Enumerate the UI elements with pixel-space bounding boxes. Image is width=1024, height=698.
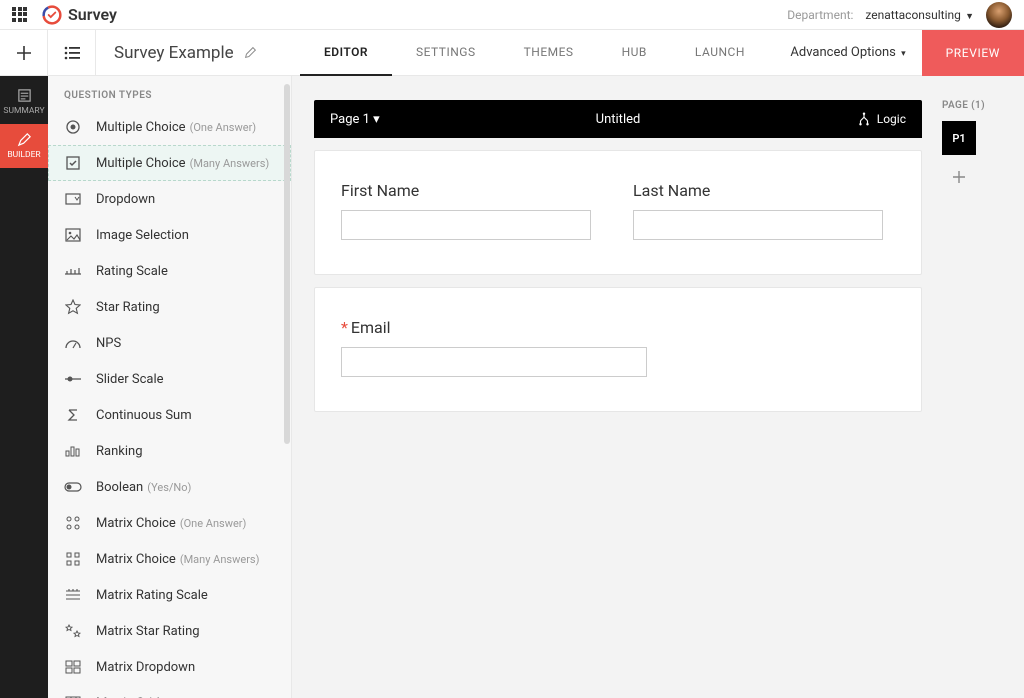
radio-icon xyxy=(64,118,82,136)
qtype-dropdown[interactable]: Dropdown xyxy=(48,181,291,217)
outline-button[interactable] xyxy=(48,30,96,75)
page-selector[interactable]: Page 1 ▾ xyxy=(330,112,380,127)
qtype-matrix-grid[interactable]: Matrix Grid xyxy=(48,685,291,698)
ranking-icon xyxy=(64,442,82,460)
page-nav-heading: PAGE (1) xyxy=(942,100,985,111)
rail-builder[interactable]: BUILDER xyxy=(0,124,48,168)
advanced-options[interactable]: Advanced Options ▾ xyxy=(774,45,921,60)
apps-grid-icon[interactable] xyxy=(12,7,28,23)
qtype-matrix-star[interactable]: Matrix Star Rating xyxy=(48,613,291,649)
grid-icon xyxy=(64,694,82,698)
slider-icon xyxy=(64,370,82,388)
page-thumb-1[interactable]: P1 xyxy=(942,121,976,155)
question-card-email[interactable]: *Email xyxy=(314,287,922,412)
star-icon xyxy=(64,298,82,316)
qtype-matrix-choice-many[interactable]: Matrix Choice(Many Answers) xyxy=(48,541,291,577)
qtype-star-rating[interactable]: Star Rating xyxy=(48,289,291,325)
survey-logo-icon xyxy=(42,5,62,25)
plus-icon xyxy=(16,45,32,61)
qtype-matrix-choice-one[interactable]: Matrix Choice(One Answer) xyxy=(48,505,291,541)
builder-icon xyxy=(17,132,32,147)
logic-icon xyxy=(857,112,871,126)
tab-editor[interactable]: EDITOR xyxy=(300,30,392,76)
caret-down-icon: ▾ xyxy=(373,112,380,127)
qtypes-heading: QUESTION TYPES xyxy=(48,76,291,109)
qtype-multiple-choice-many[interactable]: Multiple Choice(Many Answers) xyxy=(48,145,291,181)
last-name-input[interactable] xyxy=(633,210,883,240)
builder-canvas: Page 1 ▾ Untitled Logic First Name xyxy=(292,76,1024,698)
qtype-matrix-dropdown[interactable]: Matrix Dropdown xyxy=(48,649,291,685)
main-tabs: EDITOR SETTINGS THEMES HUB LAUNCH xyxy=(300,30,769,76)
top-header: Survey Department: zenattaconsulting ▼ xyxy=(0,0,1024,30)
logic-button[interactable]: Logic xyxy=(857,112,906,126)
product-logo[interactable]: Survey xyxy=(42,5,117,25)
tab-hub[interactable]: HUB xyxy=(598,30,671,76)
question-card-name[interactable]: First Name Last Name xyxy=(314,150,922,275)
last-name-label: Last Name xyxy=(633,181,895,200)
toggle-icon xyxy=(64,478,82,496)
matrix-radio-icon xyxy=(64,514,82,532)
left-rail: SUMMARY BUILDER xyxy=(0,76,48,698)
scrollbar[interactable] xyxy=(284,84,290,444)
tab-themes[interactable]: THEMES xyxy=(500,30,598,76)
scale-icon xyxy=(64,262,82,280)
org-selector[interactable]: zenattaconsulting ▼ xyxy=(865,8,974,22)
list-icon xyxy=(64,46,80,60)
question-types-panel: QUESTION TYPES Multiple Choice(One Answe… xyxy=(48,76,292,698)
qtype-nps[interactable]: NPS xyxy=(48,325,291,361)
main-toolbar: Survey Example EDITOR SETTINGS THEMES HU… xyxy=(0,30,1024,76)
department-label: Department: xyxy=(787,8,853,22)
matrix-dropdown-icon xyxy=(64,658,82,676)
page-header-bar: Page 1 ▾ Untitled Logic xyxy=(314,100,922,138)
add-button[interactable] xyxy=(0,30,48,75)
first-name-label: First Name xyxy=(341,181,603,200)
caret-down-icon: ▾ xyxy=(901,49,906,59)
rail-summary[interactable]: SUMMARY xyxy=(0,80,48,124)
matrix-star-icon xyxy=(64,622,82,640)
qtype-slider-scale[interactable]: Slider Scale xyxy=(48,361,291,397)
matrix-check-icon xyxy=(64,550,82,568)
qtype-matrix-rating[interactable]: Matrix Rating Scale xyxy=(48,577,291,613)
qtype-image-selection[interactable]: Image Selection xyxy=(48,217,291,253)
tab-launch[interactable]: LAUNCH xyxy=(671,30,769,76)
preview-button[interactable]: PREVIEW xyxy=(922,30,1024,76)
qtype-multiple-choice-one[interactable]: Multiple Choice(One Answer) xyxy=(48,109,291,145)
email-input[interactable] xyxy=(341,347,647,377)
sigma-icon xyxy=(64,406,82,424)
email-label: *Email xyxy=(341,318,895,337)
summary-icon xyxy=(17,88,32,103)
survey-title[interactable]: Survey Example xyxy=(96,30,275,75)
matrix-scale-icon xyxy=(64,586,82,604)
checkbox-icon xyxy=(64,154,82,172)
dropdown-icon xyxy=(64,190,82,208)
product-name: Survey xyxy=(68,5,117,24)
pencil-icon[interactable] xyxy=(244,46,257,59)
user-avatar[interactable] xyxy=(986,2,1012,28)
tab-settings[interactable]: SETTINGS xyxy=(392,30,500,76)
page-navigator: PAGE (1) P1 xyxy=(942,100,1002,674)
qtype-rating-scale[interactable]: Rating Scale xyxy=(48,253,291,289)
page-title[interactable]: Untitled xyxy=(596,112,641,127)
qtype-ranking[interactable]: Ranking xyxy=(48,433,291,469)
image-icon xyxy=(64,226,82,244)
plus-icon xyxy=(952,170,966,184)
gauge-icon xyxy=(64,334,82,352)
add-page-button[interactable] xyxy=(942,163,976,191)
qtype-boolean[interactable]: Boolean(Yes/No) xyxy=(48,469,291,505)
caret-down-icon: ▼ xyxy=(963,12,974,22)
qtype-continuous-sum[interactable]: Continuous Sum xyxy=(48,397,291,433)
first-name-input[interactable] xyxy=(341,210,591,240)
